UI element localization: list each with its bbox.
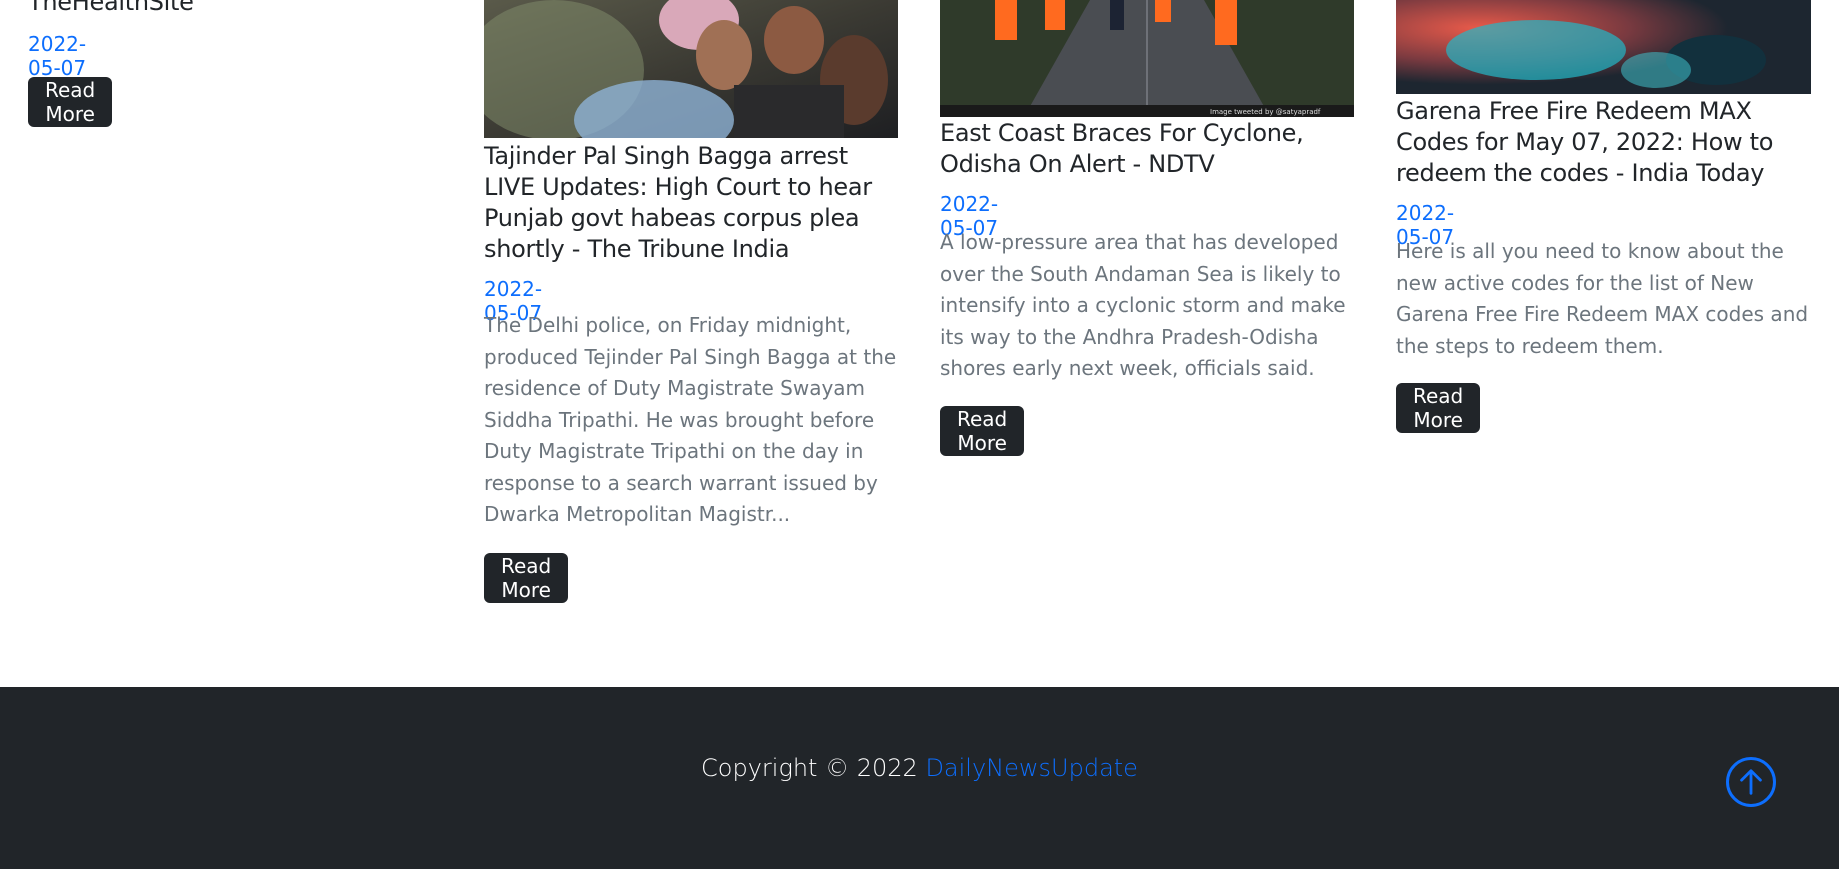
image-caption: Image tweeted by @satyapradf bbox=[1210, 108, 1321, 116]
scroll-to-top-button[interactable] bbox=[1726, 757, 1776, 807]
article-image[interactable]: Image tweeted by @satyapradf bbox=[940, 0, 1354, 117]
card-title[interactable]: East Coast Braces For Cyclone, Odisha On… bbox=[940, 118, 1360, 180]
read-more-button[interactable]: Read More bbox=[1396, 383, 1481, 433]
read-more-button[interactable]: Read More bbox=[28, 77, 113, 127]
road-photo: Image tweeted by @satyapradf bbox=[940, 0, 1354, 117]
read-more-button[interactable]: Read More bbox=[484, 553, 569, 603]
card-date: 2022-05-07 bbox=[28, 32, 87, 80]
brand-link[interactable]: DailyNewsUpdate bbox=[925, 754, 1138, 782]
card-description: A low-pressure area that has developed o… bbox=[940, 230, 1346, 380]
crowd-photo bbox=[484, 0, 898, 138]
article-image[interactable] bbox=[1396, 0, 1811, 94]
copyright-text: Copyright © 2022 DailyNewsUpdate bbox=[0, 752, 1839, 784]
card-title: TheHealthSite bbox=[28, 0, 194, 16]
card-description: The Delhi police, on Friday midnight, pr… bbox=[484, 313, 897, 526]
card-description: Here is all you need to know about the n… bbox=[1396, 239, 1809, 358]
arrow-up-icon bbox=[1740, 769, 1762, 795]
game-art-photo bbox=[1396, 0, 1811, 94]
card-title[interactable]: Tajinder Pal Singh Bagga arrest LIVE Upd… bbox=[484, 141, 904, 265]
read-more-button[interactable]: Read More bbox=[940, 406, 1025, 456]
copyright-prefix: Copyright © 2022 bbox=[701, 754, 918, 782]
article-image[interactable] bbox=[484, 0, 898, 138]
card-title[interactable]: Garena Free Fire Redeem MAX Codes for Ma… bbox=[1396, 96, 1816, 189]
